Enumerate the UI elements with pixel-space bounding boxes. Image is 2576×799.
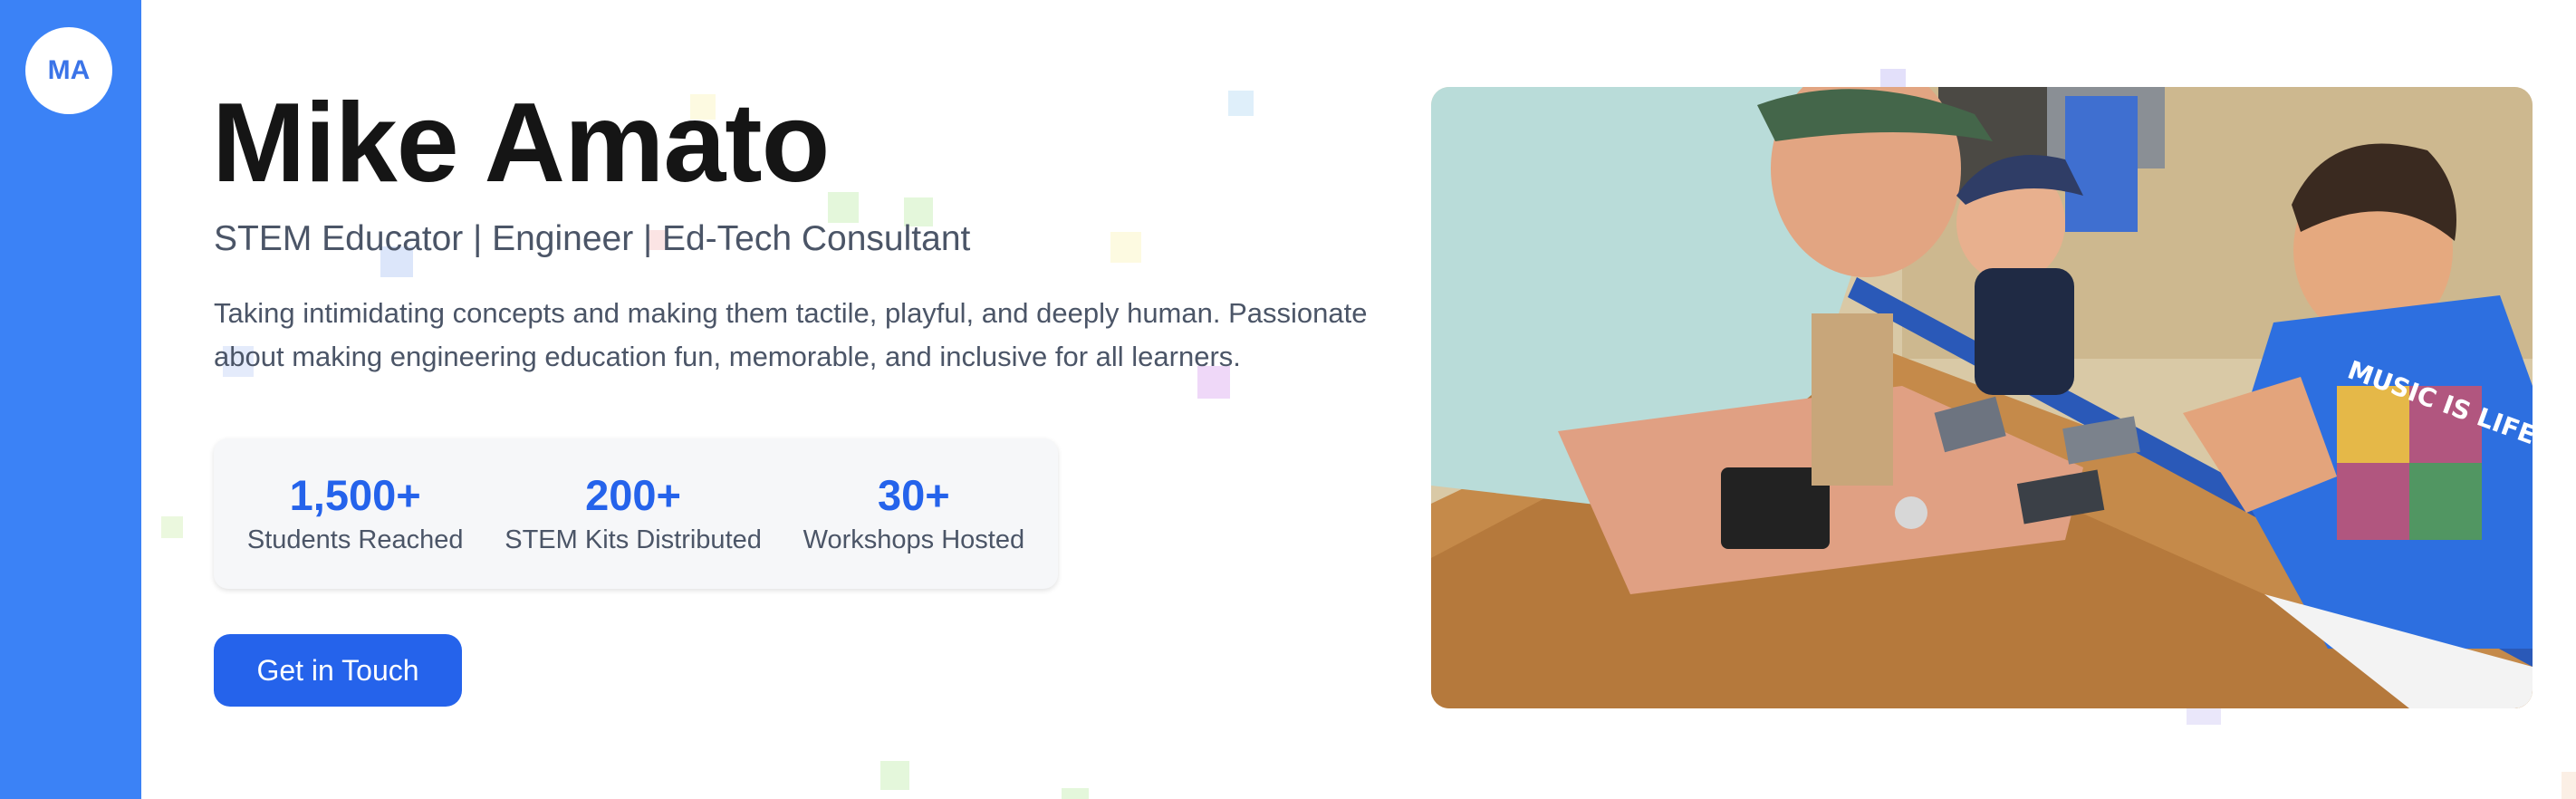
stat-value: 200+ xyxy=(585,471,681,519)
decorative-square xyxy=(1062,788,1089,799)
stat-value: 30+ xyxy=(878,471,950,519)
stat-kits: 200+ STEM Kits Distributed xyxy=(505,470,762,557)
decorative-square xyxy=(880,761,909,790)
small-child-shirt xyxy=(1975,268,2074,395)
sidebar: MA xyxy=(0,0,141,799)
stats-card: 1,500+ Students Reached 200+ STEM Kits D… xyxy=(214,438,1058,589)
stat-label: STEM Kits Distributed xyxy=(505,525,762,554)
stat-value: 1,500+ xyxy=(289,471,421,519)
educator-with-children-image: MUSIC IS LIFE xyxy=(1431,87,2533,708)
decorative-square xyxy=(1228,91,1254,116)
stat-students: 1,500+ Students Reached xyxy=(247,470,464,557)
page: MA Mike Amato STEM Educator | Engineer |… xyxy=(0,0,2576,799)
avatar[interactable]: MA xyxy=(25,27,112,114)
stat-workshops: 30+ Workshops Hosted xyxy=(803,470,1024,557)
decorative-square xyxy=(2187,707,2221,725)
hero-photo: MUSIC IS LIFE xyxy=(1431,87,2533,708)
bio-text: Taking intimidating concepts and making … xyxy=(214,297,1368,372)
get-in-touch-button[interactable]: Get in Touch xyxy=(214,634,462,707)
decorative-square xyxy=(1110,232,1141,263)
page-title: Mike Amato xyxy=(212,81,830,206)
decorative-square xyxy=(2562,772,2576,799)
wooden-device xyxy=(1812,313,1893,486)
stat-label: Students Reached xyxy=(246,525,464,554)
stat-label: Workshops Hosted xyxy=(803,525,1025,554)
decorative-square xyxy=(161,516,183,538)
tagline: STEM Educator | Engineer | Ed-Tech Consu… xyxy=(214,219,971,258)
